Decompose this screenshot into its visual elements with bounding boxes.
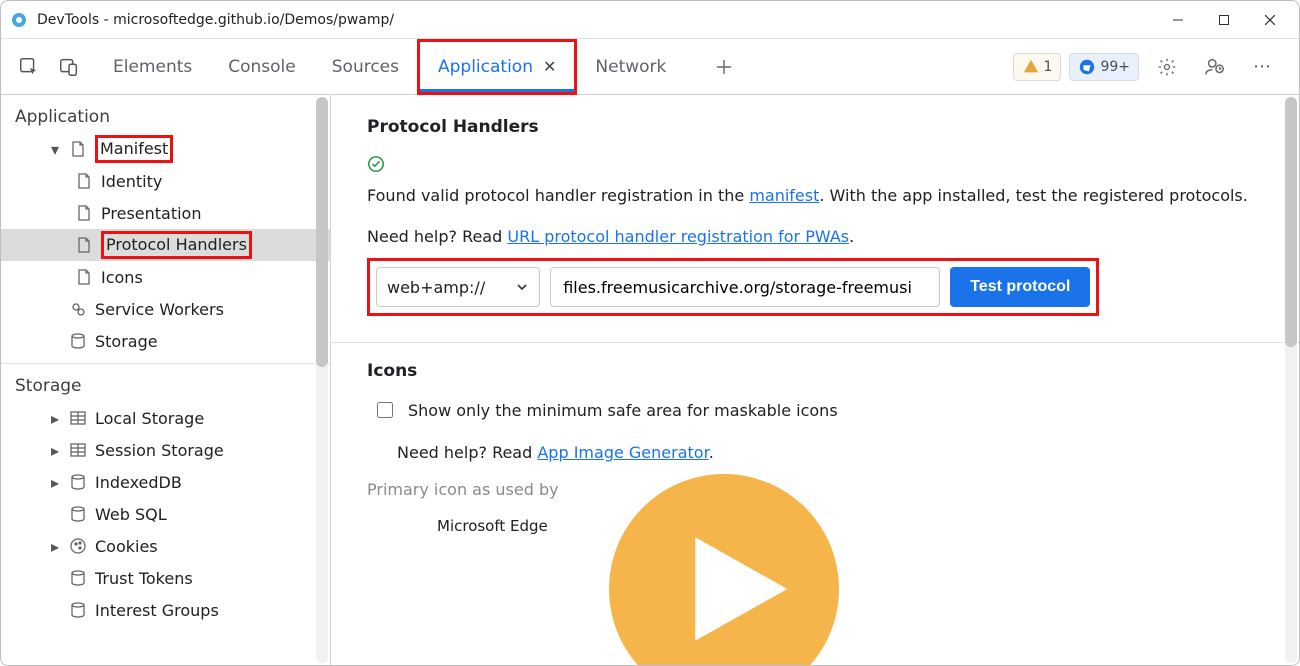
section-protocol-handlers: Protocol Handlers	[367, 117, 1263, 137]
issues-badge[interactable]: 99+	[1069, 53, 1139, 81]
check-circle-icon	[367, 155, 385, 173]
chevron-right-icon: ▸	[49, 409, 61, 428]
help-link-icons[interactable]: App Image Generator	[537, 443, 708, 462]
table-icon	[69, 409, 87, 427]
manifest-link[interactable]: manifest	[749, 186, 819, 205]
tab-sources[interactable]: Sources	[314, 39, 417, 95]
gears-icon	[69, 300, 87, 318]
sidebar-item-local-storage[interactable]: ▸ Local Storage	[1, 402, 330, 434]
storage-icon	[69, 332, 87, 350]
chevron-right-icon: ▸	[49, 537, 61, 556]
icons-help: Need help? Read App Image Generator.	[397, 443, 1263, 462]
main-scrollbar-thumb[interactable]	[1285, 97, 1297, 347]
chevron-right-icon: ▸	[49, 473, 61, 492]
sidebar-item-trust-tokens[interactable]: ▸ Trust Tokens	[1, 562, 330, 594]
maskable-checkbox-label: Show only the minimum safe area for mask…	[408, 401, 838, 420]
sidebar-item-service-workers[interactable]: ▸ Service Workers	[1, 293, 330, 325]
highlight-protocol-handlers: Protocol Handlers	[101, 231, 252, 259]
database-icon	[69, 505, 87, 523]
feedback-icon[interactable]	[1195, 47, 1235, 87]
highlight-application-tab: Application ✕	[417, 39, 577, 95]
test-protocol-button[interactable]: Test protocol	[950, 267, 1090, 307]
chevron-down-icon	[515, 280, 529, 294]
sidebar-item-protocol-handlers[interactable]: Protocol Handlers	[1, 229, 330, 261]
protocol-select[interactable]: web+amp://	[376, 267, 540, 307]
window-title: DevTools - microsoftedge.github.io/Demos…	[37, 12, 394, 28]
sidebar-item-web-sql[interactable]: ▸ Web SQL	[1, 498, 330, 530]
sidebar-group-storage: Storage	[1, 364, 330, 402]
highlight-manifest: Manifest	[95, 135, 173, 163]
tab-elements[interactable]: Elements	[95, 39, 210, 95]
sidebar: Application ▾ Manifest Identity Presenta…	[1, 95, 331, 665]
file-icon	[75, 172, 93, 190]
body: Application ▾ Manifest Identity Presenta…	[1, 95, 1299, 665]
file-icon	[75, 204, 93, 222]
protocol-status: Found valid protocol handler registratio…	[367, 151, 1263, 209]
sidebar-scrollbar-thumb[interactable]	[316, 97, 328, 367]
sidebar-item-session-storage[interactable]: ▸ Session Storage	[1, 434, 330, 466]
database-icon	[69, 473, 87, 491]
browser-name: Microsoft Edge	[437, 517, 559, 535]
devtools-favicon	[11, 12, 27, 28]
main-panel: Protocol Handlers Found valid protocol h…	[331, 95, 1299, 665]
tab-console[interactable]: Console	[210, 39, 314, 95]
table-icon	[69, 441, 87, 459]
tab-application[interactable]: Application ✕	[420, 42, 574, 92]
tab-network[interactable]: Network	[577, 39, 684, 95]
maskable-checkbox-row[interactable]: Show only the minimum safe area for mask…	[373, 395, 1263, 425]
url-input[interactable]	[550, 267, 940, 307]
sidebar-item-presentation[interactable]: Presentation	[1, 197, 330, 229]
database-icon	[69, 601, 87, 619]
sidebar-item-storage[interactable]: ▸ Storage	[1, 325, 330, 357]
devtools-window: DevTools - microsoftedge.github.io/Demos…	[0, 0, 1300, 666]
sidebar-item-icons[interactable]: Icons	[1, 261, 330, 293]
sidebar-item-cookies[interactable]: ▸ Cookies	[1, 530, 330, 562]
sidebar-item-interest-groups[interactable]: ▸ Interest Groups	[1, 594, 330, 626]
section-icons: Icons	[367, 361, 1263, 381]
window-minimize[interactable]	[1155, 4, 1201, 36]
help-link-protocol[interactable]: URL protocol handler registration for PW…	[507, 227, 849, 246]
sidebar-item-identity[interactable]: Identity	[1, 165, 330, 197]
device-emulation-icon[interactable]	[49, 47, 89, 87]
settings-gear-icon[interactable]	[1147, 47, 1187, 87]
status-text-post: . With the app installed, test the regis…	[819, 186, 1247, 205]
status-text-pre: Found valid protocol handler registratio…	[367, 186, 749, 205]
add-tab-icon[interactable]	[704, 47, 744, 87]
sidebar-item-indexeddb[interactable]: ▸ IndexedDB	[1, 466, 330, 498]
file-icon	[75, 236, 93, 254]
close-icon[interactable]: ✕	[543, 57, 556, 76]
warnings-badge[interactable]: 1	[1013, 53, 1062, 81]
tabbar: Elements Console Sources Application ✕ N…	[1, 39, 1299, 95]
section-divider	[331, 342, 1299, 343]
chevron-down-icon: ▾	[49, 140, 61, 159]
file-icon	[75, 268, 93, 286]
window-close[interactable]	[1247, 4, 1293, 36]
titlebar: DevTools - microsoftedge.github.io/Demos…	[1, 1, 1299, 39]
more-menu-icon[interactable]: ⋯	[1243, 47, 1283, 87]
highlight-form: web+amp:// Test protocol	[367, 258, 1099, 316]
window-maximize[interactable]	[1201, 4, 1247, 36]
app-primary-icon	[609, 474, 839, 665]
cookie-icon	[69, 537, 87, 555]
file-icon	[69, 140, 87, 158]
sidebar-group-application: Application	[1, 95, 330, 133]
primary-icon-label: Primary icon as used by	[367, 480, 559, 499]
inspect-element-icon[interactable]	[9, 47, 49, 87]
maskable-checkbox[interactable]	[377, 402, 393, 418]
database-icon	[69, 569, 87, 587]
chevron-right-icon: ▸	[49, 441, 61, 460]
sidebar-item-manifest[interactable]: ▾ Manifest	[1, 133, 330, 165]
protocol-help: Need help? Read URL protocol handler reg…	[367, 227, 1263, 246]
